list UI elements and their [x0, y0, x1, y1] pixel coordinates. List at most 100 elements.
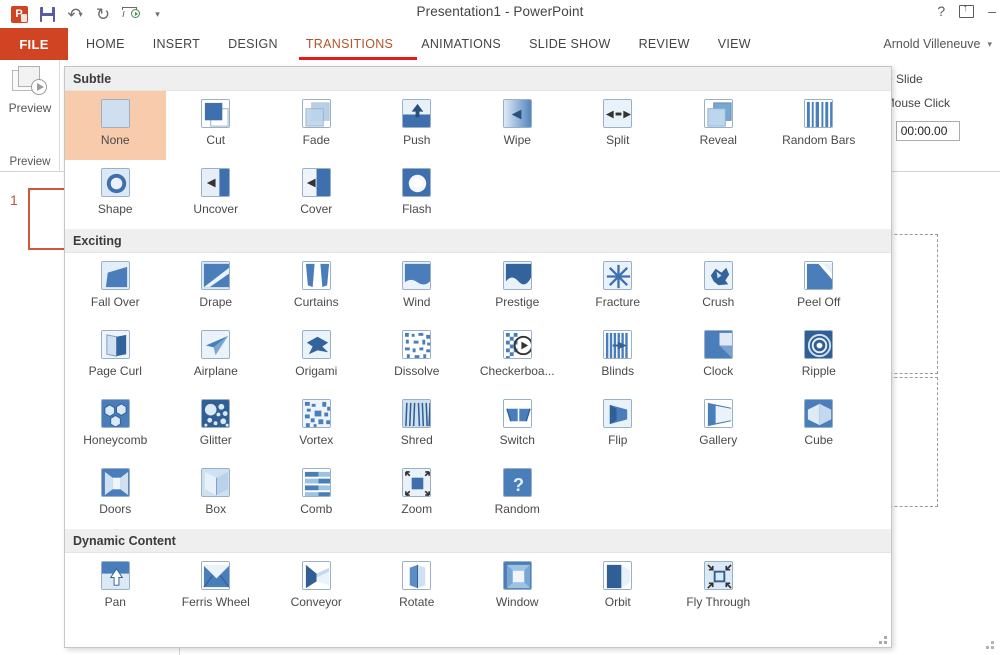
transition-item-pan[interactable]: Pan: [65, 553, 166, 622]
transition-item-box[interactable]: Box: [166, 460, 267, 529]
transition-pan-icon: [100, 561, 130, 590]
transition-item-cut[interactable]: Cut: [166, 91, 267, 160]
transition-item-fall-over[interactable]: Fall Over: [65, 253, 166, 322]
transition-item-label: Ferris Wheel: [181, 595, 250, 609]
transition-item-label: Shape: [97, 202, 133, 216]
transition-item-label: Fade: [302, 133, 330, 147]
transition-item-label: Gallery: [699, 433, 738, 447]
transition-item-label: Origami: [295, 364, 338, 378]
ribbon-display-options-icon[interactable]: [959, 3, 975, 18]
tab-view[interactable]: VIEW: [704, 28, 765, 60]
minimize-icon[interactable]: –: [988, 4, 996, 18]
gallery-resize-handle[interactable]: [879, 636, 887, 644]
transition-item-drape[interactable]: Drape: [166, 253, 267, 322]
transition-cube-icon: [804, 399, 834, 428]
tab-insert[interactable]: INSERT: [139, 28, 214, 60]
transition-item-split[interactable]: Split: [568, 91, 669, 160]
transition-item-peel-off[interactable]: Peel Off: [769, 253, 870, 322]
user-account[interactable]: Arnold Villeneuve ▾: [883, 28, 992, 60]
transition-item-shred[interactable]: Shred: [367, 391, 468, 460]
transition-push-icon: [402, 99, 432, 128]
tab-animations[interactable]: ANIMATIONS: [407, 28, 515, 60]
transition-item-switch[interactable]: Switch: [467, 391, 568, 460]
transition-item-crush[interactable]: Crush: [668, 253, 769, 322]
tab-transitions[interactable]: TRANSITIONS: [292, 28, 407, 60]
transition-item-label: Shred: [400, 433, 433, 447]
transition-item-label: Airplane: [193, 364, 238, 378]
transition-item-honeycomb[interactable]: Honeycomb: [65, 391, 166, 460]
user-name-label: Arnold Villeneuve: [883, 37, 981, 51]
transition-item-airplane[interactable]: Airplane: [166, 322, 267, 391]
transition-item-origami[interactable]: Origami: [266, 322, 367, 391]
transition-zoom-icon: [402, 468, 432, 497]
transition-item-reveal[interactable]: Reveal: [668, 91, 769, 160]
preview-button[interactable]: Preview: [5, 66, 55, 132]
transition-uncover-icon: [201, 168, 231, 197]
tab-design[interactable]: DESIGN: [214, 28, 292, 60]
gallery-grid-dynamic-content: Pan Ferris Wheel Conveyor Rotate Window Orbit…: [65, 553, 891, 622]
tab-slide-show[interactable]: SLIDE SHOW: [515, 28, 625, 60]
transition-item-blinds[interactable]: Blinds: [568, 322, 669, 391]
transition-item-fracture[interactable]: Fracture: [568, 253, 669, 322]
transition-item-flip[interactable]: Flip: [568, 391, 669, 460]
transition-item-label: Doors: [99, 502, 132, 516]
help-icon[interactable]: ?: [937, 4, 945, 18]
transition-item-random[interactable]: ? Random: [467, 460, 568, 529]
transition-item-cover[interactable]: Cover: [266, 160, 367, 229]
window-resize-grip[interactable]: [985, 641, 994, 650]
transition-item-uncover[interactable]: Uncover: [166, 160, 267, 229]
transition-item-label: Box: [205, 502, 227, 516]
transition-item-conveyor[interactable]: Conveyor: [266, 553, 367, 622]
transition-item-label: Cover: [300, 202, 333, 216]
transition-item-checkerboa[interactable]: Checkerboa...: [467, 322, 568, 391]
transition-random-bars-icon: [804, 99, 834, 128]
transition-item-zoom[interactable]: Zoom: [367, 460, 468, 529]
powerpoint-window: ↶▾ ↻ ▾ Presentation1 - PowerPoint ? – FI…: [0, 0, 1000, 655]
transition-item-none[interactable]: None: [65, 91, 166, 160]
transition-clock-icon: [703, 330, 733, 359]
transition-item-vortex[interactable]: Vortex: [266, 391, 367, 460]
transition-item-cube[interactable]: Cube: [769, 391, 870, 460]
transition-item-flash[interactable]: Flash: [367, 160, 468, 229]
transition-item-label: Checkerboa...: [479, 364, 555, 378]
transition-item-gallery[interactable]: Gallery: [668, 391, 769, 460]
transition-item-page-curl[interactable]: Page Curl: [65, 322, 166, 391]
transition-item-push[interactable]: Push: [367, 91, 468, 160]
transition-item-curtains[interactable]: Curtains: [266, 253, 367, 322]
transition-item-fade[interactable]: Fade: [266, 91, 367, 160]
transition-item-wind[interactable]: Wind: [367, 253, 468, 322]
transition-item-glitter[interactable]: Glitter: [166, 391, 267, 460]
svg-text:?: ?: [513, 474, 524, 495]
after-time-input[interactable]: 00:00.00: [895, 121, 960, 141]
transition-item-random-bars[interactable]: Random Bars: [769, 91, 870, 160]
tab-review[interactable]: REVIEW: [625, 28, 704, 60]
transition-item-doors[interactable]: Doors: [65, 460, 166, 529]
transition-item-label: Blinds: [601, 364, 635, 378]
transition-item-prestige[interactable]: Prestige: [467, 253, 568, 322]
transition-item-shape[interactable]: Shape: [65, 160, 166, 229]
transition-flip-icon: [603, 399, 633, 428]
transition-item-label: Pan: [104, 595, 126, 609]
transition-item-rotate[interactable]: Rotate: [367, 553, 468, 622]
transition-item-comb[interactable]: Comb: [266, 460, 367, 529]
transition-item-ferris-wheel[interactable]: Ferris Wheel: [166, 553, 267, 622]
transition-orbit-icon: [603, 561, 633, 590]
gallery-grid-exciting: Fall Over Drape Curtains Wind Prestige Fractu…: [65, 253, 891, 529]
transition-item-ripple[interactable]: Ripple: [769, 322, 870, 391]
tab-home[interactable]: HOME: [72, 28, 139, 60]
transition-glitter-icon: [201, 399, 231, 428]
transitions-gallery-popup[interactable]: Subtle None Cut Fade Push Wipe Split Reveal Rand…: [64, 66, 892, 648]
window-controls: ? –: [937, 3, 996, 19]
tab-file[interactable]: FILE: [0, 28, 68, 60]
transition-item-label: Peel Off: [797, 295, 841, 309]
transition-item-label: Honeycomb: [83, 433, 148, 447]
transition-item-dissolve[interactable]: Dissolve: [367, 322, 468, 391]
transition-fly-through-icon: [703, 561, 733, 590]
transition-item-clock[interactable]: Clock: [668, 322, 769, 391]
transition-item-label: Ripple: [801, 364, 836, 378]
transition-item-fly-through[interactable]: Fly Through: [668, 553, 769, 622]
transition-item-wipe[interactable]: Wipe: [467, 91, 568, 160]
transition-rotate-icon: [402, 561, 432, 590]
transition-item-orbit[interactable]: Orbit: [568, 553, 669, 622]
transition-item-window[interactable]: Window: [467, 553, 568, 622]
